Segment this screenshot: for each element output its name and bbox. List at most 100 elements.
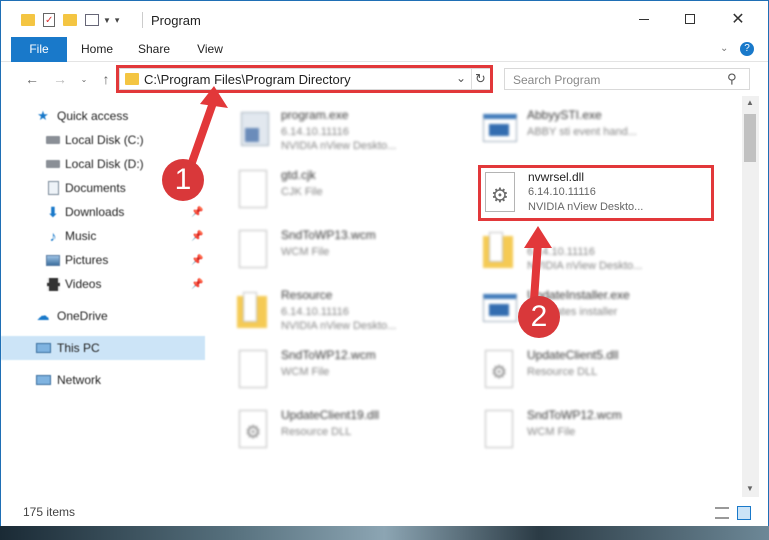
ribbon-tabs: File Home Share View ⌄ ? (1, 37, 768, 93)
title-separator (142, 12, 143, 28)
file-name: SndToWP12.wcm (527, 408, 622, 422)
sidebar-item-label: Videos (65, 277, 102, 291)
file-version: 6.14.10.11116 (527, 246, 595, 258)
maximize-button[interactable] (667, 1, 713, 37)
file-item[interactable]: AbbyySTI.exe ABBY sti event hand... (481, 104, 726, 160)
file-list: program.exe 6.14.10.11116 NVIDIA nView D… (207, 96, 742, 497)
file-item[interactable]: 6.14.10.11116 NVIDIA nView Deskto... (481, 224, 726, 280)
address-bar-highlight (116, 65, 493, 93)
file-item[interactable]: SndToWP12.wcm WCM File (235, 344, 480, 400)
sidebar-item-label: Network (57, 373, 102, 387)
network-icon (35, 372, 51, 388)
file-type: Resource DLL (281, 426, 352, 438)
sidebar-item-label: Quick access (57, 109, 129, 123)
scroll-up-icon[interactable]: ▲ (746, 98, 754, 107)
forward-button[interactable]: → (51, 70, 69, 88)
view-options-icon[interactable] (85, 14, 99, 26)
file-item[interactable]: program.exe 6.14.10.11116 NVIDIA nView D… (235, 104, 480, 160)
file-name: nvwrsel.dll (528, 170, 585, 184)
folder-icon[interactable] (21, 14, 35, 26)
file-name: UpdateClient19.dll (281, 408, 380, 422)
close-button[interactable]: ✕ (715, 1, 761, 37)
dll-gear-icon: ⚙ (235, 408, 271, 452)
recent-locations-button[interactable]: ⌄ (75, 70, 93, 88)
file-item[interactable]: ⚙ UpdateClient19.dll Resource DLL (235, 404, 480, 460)
scroll-down-icon[interactable]: ▼ (746, 484, 754, 493)
close-icon: ✕ (731, 11, 745, 28)
window-icon (481, 108, 517, 152)
sidebar-item-music[interactable]: ♪ Music 📌 (1, 224, 205, 248)
sidebar-item-label: Pictures (65, 253, 109, 267)
file-name: UpdateClient5.dll (527, 348, 619, 362)
large-icons-view-icon[interactable] (737, 506, 751, 520)
cloud-icon: ☁ (36, 308, 50, 323)
scroll-thumb[interactable] (744, 114, 756, 162)
sidebar-item-label: This PC (57, 341, 100, 355)
window-icon (481, 288, 517, 332)
music-icon: ♪ (49, 228, 57, 244)
sidebar-item-videos[interactable]: Videos 📌 (1, 272, 205, 296)
file-name: AbbyySTI.exe (527, 108, 602, 122)
folder-doc-icon (481, 228, 517, 272)
file-type: WCM File (281, 246, 330, 258)
sidebar-item-pictures[interactable]: Pictures 📌 (1, 248, 205, 272)
item-count: 175 items (23, 505, 76, 519)
pin-icon[interactable]: 📌 (191, 279, 203, 290)
file-description: NVIDIA nView Deskto... (281, 320, 397, 332)
vertical-scrollbar[interactable]: ▲ ▼ (742, 96, 759, 497)
file-item[interactable]: ⚙ UpdateClient5.dll Resource DLL (481, 344, 726, 400)
sidebar-item-network[interactable]: Network (1, 368, 205, 392)
step-badge-2: 2 (518, 296, 560, 338)
status-bar: 175 items (1, 497, 768, 527)
sidebar-item-label: Local Disk (C:) (65, 133, 144, 147)
navigation-pane: ★ Quick access Local Disk (C:) Local Dis… (1, 96, 207, 497)
sidebar-item-label: Local Disk (D:) (65, 157, 144, 171)
star-icon: ★ (37, 108, 49, 123)
file-version: 6.14.10.11116 (281, 126, 349, 138)
blank-file-icon (481, 408, 517, 452)
details-view-icon[interactable] (715, 507, 729, 519)
back-button[interactable]: ← (23, 70, 41, 88)
drive-icon (45, 132, 61, 148)
expand-ribbon-icon[interactable]: ⌄ (720, 43, 728, 54)
file-item[interactable]: Resource 6.14.10.11116 NVIDIA nView Desk… (235, 284, 480, 340)
chevron-down-icon[interactable]: ▼ (103, 16, 111, 25)
documents-icon (45, 180, 61, 196)
tab-view[interactable]: View (189, 37, 231, 62)
help-icon[interactable]: ? (740, 42, 754, 56)
pin-icon[interactable]: 📌 (191, 207, 203, 218)
sidebar-item-downloads[interactable]: ⬇ Downloads 📌 (1, 200, 205, 224)
window-title: Program (151, 13, 201, 28)
file-item[interactable]: SndToWP13.wcm WCM File (235, 224, 480, 280)
up-button[interactable]: ↑ (97, 70, 115, 88)
tab-home[interactable]: Home (75, 37, 119, 62)
file-item[interactable]: SndToWP12.wcm WCM File (481, 404, 726, 460)
dll-gear-icon: ⚙ (481, 348, 517, 392)
target-file-highlight[interactable]: ⚙ nvwrsel.dll 6.14.10.11116 NVIDIA nView… (478, 165, 714, 221)
quick-access-toolbar: ✓ ▼ ▾ (21, 11, 119, 29)
customize-qa-icon[interactable]: ▾ (115, 15, 120, 26)
file-type: WCM File (281, 366, 330, 378)
arrow-left-icon: ← (25, 71, 39, 87)
pictures-icon (45, 252, 61, 268)
download-icon: ⬇ (47, 203, 59, 220)
pin-icon[interactable]: 📌 (191, 255, 203, 266)
sidebar-item-this-pc[interactable]: This PC (1, 336, 205, 360)
maximize-icon (685, 14, 695, 24)
search-icon[interactable]: ⚲ (727, 71, 737, 87)
minimize-button[interactable] (621, 1, 667, 37)
sidebar-item-onedrive[interactable]: ☁ OneDrive (1, 304, 205, 328)
minimize-icon (639, 18, 649, 20)
search-input[interactable]: Search Program ⚲ (504, 68, 750, 90)
pin-icon[interactable]: 📌 (191, 231, 203, 242)
sidebar-item-quick-access[interactable]: ★ Quick access (1, 104, 205, 128)
file-item[interactable]: gtd.cjk CJK File (235, 164, 480, 220)
properties-icon[interactable]: ✓ (43, 13, 55, 27)
file-description: NVIDIA nView Deskto... (527, 260, 643, 272)
file-type: WCM File (527, 426, 576, 438)
tab-share[interactable]: Share (131, 37, 177, 62)
sidebar-item-local-disk-c[interactable]: Local Disk (C:) (1, 128, 205, 152)
new-folder-icon[interactable] (63, 14, 77, 26)
chevron-down-icon: ⌄ (80, 74, 88, 84)
file-version: 6.14.10.11116 (281, 306, 349, 318)
